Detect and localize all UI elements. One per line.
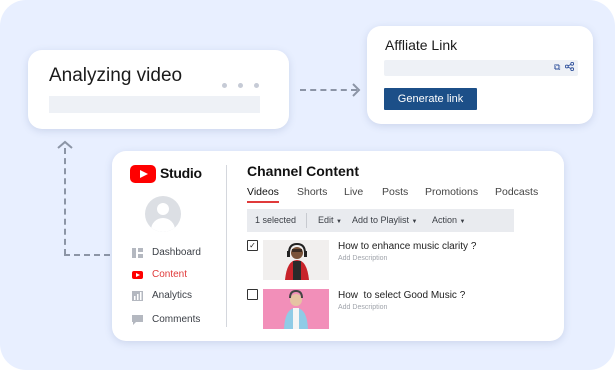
loading-dots [222, 75, 270, 93]
video-title[interactable]: How to enhance music clarity ? [338, 241, 476, 252]
affiliate-title: Affliate Link [385, 37, 458, 53]
sidebar-item-label: Dashboard [152, 247, 201, 258]
arrow-right-icon [352, 83, 361, 97]
edit-label: Edit [318, 215, 334, 225]
selected-count: 1 selected [255, 215, 297, 225]
tab-promotions[interactable]: Promotions [425, 186, 478, 198]
caret-down-icon: ▼ [336, 219, 342, 225]
action-label: Action [432, 215, 458, 225]
caret-down-icon: ▼ [459, 219, 466, 225]
video-title[interactable]: How to select Good Music ? [338, 290, 465, 301]
caret-down-icon: ▼ [411, 219, 418, 225]
youtube-logo-icon [130, 165, 156, 183]
edit-dropdown[interactable]: Edit ▼ [318, 215, 342, 225]
youtube-studio-card: Studio Dashboard Content Analytics Comme… [112, 151, 564, 341]
youtube-play-icon [132, 271, 143, 279]
connector-line [300, 89, 357, 91]
add-to-playlist-label: Add to Playlist [352, 215, 410, 225]
table-row[interactable]: How to select Good Music ? Add Descripti… [247, 289, 547, 333]
arrow-up-icon [57, 140, 73, 149]
sidebar-item-label: Content [152, 269, 188, 280]
analyzing-title: Analyzing video [49, 65, 183, 86]
page-title: Channel Content [247, 163, 359, 179]
generate-link-button[interactable]: Generate link [384, 88, 477, 110]
add-to-playlist-dropdown[interactable]: Add to Playlist ▼ [352, 215, 418, 225]
tab-posts[interactable]: Posts [382, 186, 408, 198]
affiliate-link-card: Affliate Link ⧉ Generate link [367, 26, 593, 124]
logo-text: Studio [160, 165, 202, 181]
row-checkbox[interactable] [247, 289, 258, 300]
comments-icon [132, 315, 143, 325]
analyzing-video-card: Analyzing video [28, 50, 289, 129]
action-dropdown[interactable]: Action ▼ [432, 215, 465, 225]
connector-line [64, 254, 110, 256]
tab-shorts[interactable]: Shorts [297, 186, 327, 198]
tab-live[interactable]: Live [344, 186, 363, 198]
video-thumbnail[interactable] [263, 289, 329, 329]
video-description[interactable]: Add Description [338, 255, 387, 262]
analytics-icon [132, 291, 143, 301]
video-thumbnail[interactable] [263, 240, 329, 280]
dashboard-icon [132, 248, 143, 258]
canvas-background: Analyzing video Affliate Link ⧉ Generate… [0, 0, 615, 370]
sidebar-item-label: Analytics [152, 290, 193, 301]
connector-line [64, 148, 66, 255]
video-description[interactable]: Add Description [338, 304, 387, 311]
copy-icon[interactable]: ⧉ [554, 62, 560, 73]
sidebar-divider [226, 165, 227, 327]
share-icon[interactable] [564, 61, 575, 73]
sidebar-item-label: Comments [152, 314, 201, 325]
table-row[interactable]: ✓ How to enhance music clarity ? Add Des… [247, 240, 547, 284]
row-checkbox[interactable]: ✓ [247, 240, 258, 251]
avatar[interactable] [145, 196, 181, 232]
affiliate-link-field[interactable]: ⧉ [384, 60, 578, 76]
analyzing-progress-bar [49, 96, 260, 113]
bulk-action-toolbar: 1 selected Edit ▼ Add to Playlist ▼ Acti… [247, 209, 514, 232]
tab-videos[interactable]: Videos [247, 186, 279, 203]
toolbar-divider [306, 213, 307, 228]
tab-podcasts[interactable]: Podcasts [495, 186, 538, 198]
